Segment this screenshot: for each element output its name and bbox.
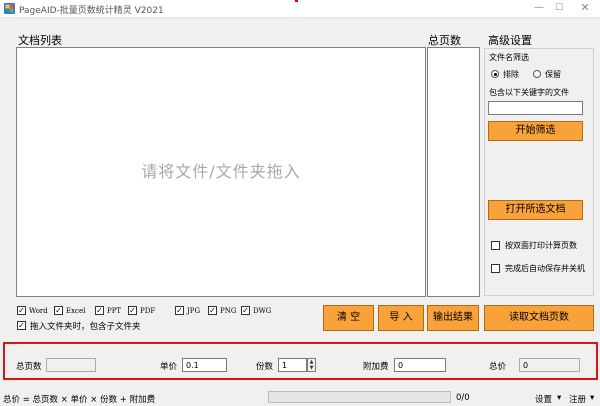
- start-filter-button[interactable]: 开始筛选: [488, 121, 583, 141]
- advanced-settings-panel: [484, 48, 594, 296]
- include-subfolders-checkbox[interactable]: ✓: [17, 321, 26, 330]
- price-formula: 总价 = 总页数 × 单价 × 份数 + 附加费: [3, 395, 156, 405]
- filetype-png-label[interactable]: PNG: [220, 307, 236, 315]
- filetype-jpg-checkbox[interactable]: ✓: [175, 306, 184, 315]
- unit-price-label: 单价: [160, 362, 178, 372]
- filetype-pdf-checkbox[interactable]: ✓: [128, 306, 137, 315]
- autosave-checkbox[interactable]: [491, 264, 500, 273]
- filetype-word-label[interactable]: Word: [29, 307, 48, 315]
- radio-exclude-label[interactable]: 排除: [503, 69, 519, 80]
- drop-hint: 请将文件/文件夹拖入: [141, 162, 301, 181]
- filetype-dwg-label[interactable]: DWG: [253, 307, 271, 315]
- total-pages-label: 总页数: [16, 362, 42, 372]
- filetype-ppt-checkbox[interactable]: ✓: [95, 306, 104, 315]
- close-button[interactable]: ✕: [577, 1, 593, 15]
- filetype-ppt-label[interactable]: PPT: [107, 307, 121, 315]
- register-menu[interactable]: 注册: [569, 393, 586, 405]
- page-count-header: 总页数: [428, 34, 461, 47]
- minimize-button[interactable]: —: [531, 1, 547, 15]
- open-selected-button[interactable]: 打开所选文档: [488, 200, 583, 220]
- radio-keep-label[interactable]: 保留: [545, 69, 561, 80]
- copies-label: 份数: [256, 362, 274, 372]
- copies-input[interactable]: 1: [278, 358, 307, 372]
- keyword-input[interactable]: [488, 101, 583, 115]
- radio-exclude[interactable]: [491, 70, 499, 78]
- title-marker: [295, 0, 298, 2]
- autosave-label[interactable]: 完成后自动保存并关机: [505, 263, 585, 274]
- progress-bar: [268, 391, 451, 403]
- copies-stepper[interactable]: ▲ ▼: [307, 358, 316, 372]
- keyword-label: 包含以下关键字的文件: [489, 88, 569, 97]
- app-logo-icon: [4, 3, 15, 14]
- filetype-pdf-label[interactable]: PDF: [140, 307, 155, 315]
- settings-menu[interactable]: 设置: [535, 393, 552, 405]
- total-price-label: 总价: [489, 362, 507, 372]
- clear-button[interactable]: 清 空: [323, 305, 374, 331]
- register-dropdown-icon[interactable]: ▾: [590, 393, 594, 403]
- window-title: PageAID-批量页数统计精灵 V2021: [19, 6, 164, 16]
- advanced-settings-header: 高级设置: [488, 34, 532, 47]
- filetype-word-checkbox[interactable]: ✓: [17, 306, 26, 315]
- surcharge-input[interactable]: 0: [394, 358, 446, 372]
- import-button[interactable]: 导 入: [378, 305, 424, 331]
- doc-list-header: 文档列表: [18, 34, 62, 47]
- unit-price-input[interactable]: 0.1: [182, 358, 227, 372]
- settings-dropdown-icon[interactable]: ▾: [557, 393, 561, 403]
- include-subfolders-label[interactable]: 拖入文件夹时，包含子文件夹: [30, 320, 141, 332]
- export-results-button[interactable]: 输出结果: [427, 305, 479, 331]
- page-count-list[interactable]: [427, 47, 480, 297]
- radio-keep[interactable]: [533, 70, 541, 78]
- maximize-button[interactable]: ☐: [551, 1, 567, 15]
- filetype-excel-checkbox[interactable]: ✓: [54, 306, 63, 315]
- total-price-field: 0: [519, 358, 580, 372]
- surcharge-label: 附加费: [363, 362, 389, 372]
- duplex-checkbox[interactable]: [491, 241, 500, 250]
- filetype-png-checkbox[interactable]: ✓: [208, 306, 217, 315]
- filetype-excel-label[interactable]: Excel: [66, 307, 85, 315]
- duplex-label[interactable]: 按双面打印计算页数: [505, 240, 577, 251]
- total-pages-field: [46, 358, 96, 372]
- doc-list-dropzone[interactable]: 请将文件/文件夹拖入: [16, 47, 426, 297]
- read-page-count-button[interactable]: 读取文档页数: [484, 305, 594, 331]
- filetype-dwg-checkbox[interactable]: ✓: [241, 306, 250, 315]
- title-bar: PageAID-批量页数统计精灵 V2021 — ☐ ✕: [0, 0, 600, 18]
- progress-counter: 0/0: [456, 393, 470, 403]
- filename-filter-label: 文件名筛选: [489, 53, 529, 62]
- filetype-jpg-label[interactable]: JPG: [187, 307, 200, 315]
